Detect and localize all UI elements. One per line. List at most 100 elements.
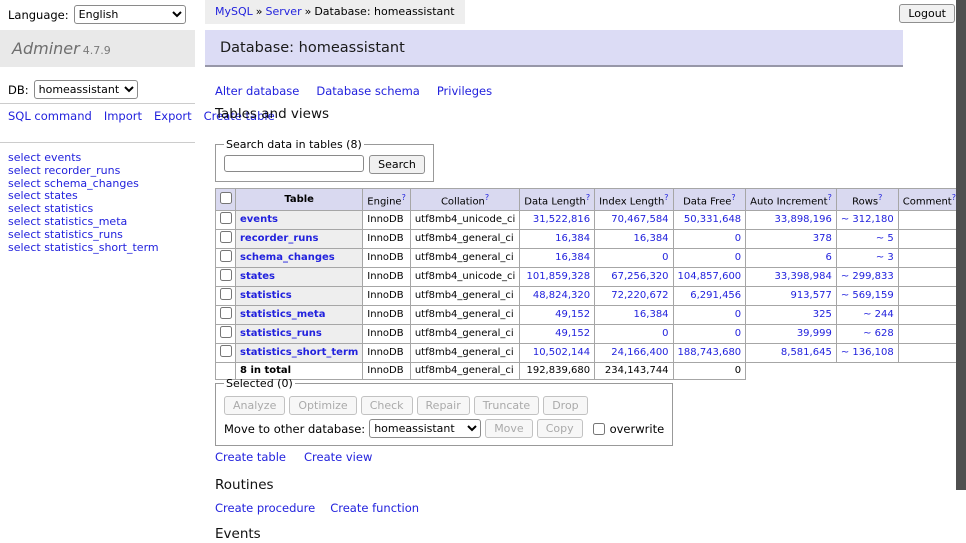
sidebar-table-link-statistics-meta[interactable]: statistics_meta bbox=[44, 215, 127, 228]
rows-link[interactable]: ~ 299,833 bbox=[841, 271, 894, 282]
data-free-link[interactable]: 188,743,680 bbox=[678, 347, 742, 358]
data-free-link[interactable]: 0 bbox=[735, 233, 741, 244]
data-free-link[interactable]: 0 bbox=[735, 309, 741, 320]
auto-increment-link[interactable]: 33,898,196 bbox=[775, 214, 832, 225]
auto-increment-link[interactable]: 39,999 bbox=[797, 328, 832, 339]
sidebar-table-link-statistics[interactable]: statistics bbox=[44, 202, 93, 215]
table-name-link-statistics-short-term[interactable]: statistics_short_term bbox=[240, 347, 358, 358]
move-button[interactable]: Move bbox=[485, 419, 533, 438]
sidebar-action-import[interactable]: Import bbox=[104, 109, 142, 123]
move-database-select[interactable]: homeassistant bbox=[369, 419, 481, 438]
optimize-button[interactable]: Optimize bbox=[289, 396, 356, 415]
select-link-states[interactable]: select bbox=[8, 189, 41, 202]
data-length-link[interactable]: 49,152 bbox=[555, 328, 590, 339]
create-link-create-table[interactable]: Create table bbox=[215, 450, 286, 464]
help-link-collation[interactable]: ? bbox=[485, 193, 489, 202]
data-free-link[interactable]: 50,331,648 bbox=[684, 214, 741, 225]
row-checkbox-statistics-short-term[interactable] bbox=[220, 345, 232, 357]
data-length-link[interactable]: 10,502,144 bbox=[533, 347, 590, 358]
db-select[interactable]: homeassistant bbox=[34, 80, 138, 99]
overwrite-checkbox[interactable] bbox=[593, 423, 605, 435]
rows-link[interactable]: ~ 244 bbox=[863, 309, 894, 320]
search-input[interactable] bbox=[224, 155, 364, 172]
sidebar-table-link-events[interactable]: events bbox=[44, 151, 81, 164]
rows-link[interactable]: ~ 312,180 bbox=[841, 214, 894, 225]
help-link-data-length[interactable]: ? bbox=[586, 193, 590, 202]
sidebar-table-link-recorder-runs[interactable]: recorder_runs bbox=[44, 164, 120, 177]
sidebar-table-link-states[interactable]: states bbox=[44, 189, 78, 202]
index-length-link[interactable]: 0 bbox=[662, 252, 668, 263]
select-link-statistics-runs[interactable]: select bbox=[8, 228, 41, 241]
help-link-index-length[interactable]: ? bbox=[664, 193, 668, 202]
data-free-link[interactable]: 0 bbox=[735, 328, 741, 339]
repair-button[interactable]: Repair bbox=[417, 396, 470, 415]
table-name-link-schema-changes[interactable]: schema_changes bbox=[240, 252, 335, 263]
select-link-statistics-meta[interactable]: select bbox=[8, 215, 41, 228]
data-free-link[interactable]: 6,291,456 bbox=[690, 290, 741, 301]
rows-link[interactable]: ~ 628 bbox=[863, 328, 894, 339]
rows-link[interactable]: ~ 3 bbox=[876, 252, 894, 263]
row-checkbox-schema-changes[interactable] bbox=[220, 250, 232, 262]
table-name-link-statistics-runs[interactable]: statistics_runs bbox=[240, 328, 322, 339]
data-free-link[interactable]: 104,857,600 bbox=[678, 271, 742, 282]
auto-increment-link[interactable]: 378 bbox=[813, 233, 832, 244]
truncate-button[interactable]: Truncate bbox=[474, 396, 539, 415]
data-free-link[interactable]: 0 bbox=[735, 252, 741, 263]
select-all-checkbox[interactable] bbox=[220, 192, 232, 204]
index-length-link[interactable]: 16,384 bbox=[634, 233, 669, 244]
row-checkbox-recorder-runs[interactable] bbox=[220, 231, 232, 243]
auto-increment-link[interactable]: 33,398,984 bbox=[775, 271, 832, 282]
help-link-engine[interactable]: ? bbox=[402, 193, 406, 202]
db-link-database-schema[interactable]: Database schema bbox=[316, 84, 419, 98]
select-link-schema-changes[interactable]: select bbox=[8, 177, 41, 190]
table-name-link-recorder-runs[interactable]: recorder_runs bbox=[240, 233, 318, 244]
index-length-link[interactable]: 72,220,672 bbox=[611, 290, 668, 301]
row-checkbox-states[interactable] bbox=[220, 269, 232, 281]
routine-link-create-procedure[interactable]: Create procedure bbox=[215, 501, 315, 515]
sidebar-table-link-statistics-runs[interactable]: statistics_runs bbox=[44, 228, 123, 241]
table-name-link-statistics-meta[interactable]: statistics_meta bbox=[240, 309, 325, 320]
auto-increment-link[interactable]: 913,577 bbox=[790, 290, 831, 301]
index-length-link[interactable]: 70,467,584 bbox=[611, 214, 668, 225]
create-link-create-view[interactable]: Create view bbox=[304, 450, 372, 464]
index-length-link[interactable]: 16,384 bbox=[634, 309, 669, 320]
table-name-link-events[interactable]: events bbox=[240, 214, 278, 225]
check-button[interactable]: Check bbox=[361, 396, 413, 415]
help-link-auto-increment[interactable]: ? bbox=[828, 193, 832, 202]
auto-increment-link[interactable]: 325 bbox=[813, 309, 832, 320]
rows-link[interactable]: ~ 5 bbox=[876, 233, 894, 244]
row-checkbox-statistics-runs[interactable] bbox=[220, 326, 232, 338]
row-checkbox-statistics-meta[interactable] bbox=[220, 307, 232, 319]
sidebar-action-sql-command[interactable]: SQL command bbox=[8, 109, 92, 123]
language-select[interactable]: English bbox=[74, 5, 186, 24]
db-link-alter-database[interactable]: Alter database bbox=[215, 84, 299, 98]
drop-button[interactable]: Drop bbox=[543, 396, 587, 415]
table-name-link-statistics[interactable]: statistics bbox=[240, 290, 292, 301]
rows-link[interactable]: ~ 136,108 bbox=[841, 347, 894, 358]
index-length-link[interactable]: 0 bbox=[662, 328, 668, 339]
logout-button[interactable]: Logout bbox=[899, 4, 955, 23]
row-checkbox-events[interactable] bbox=[220, 212, 232, 224]
row-checkbox-statistics[interactable] bbox=[220, 288, 232, 300]
table-name-link-states[interactable]: states bbox=[240, 271, 275, 282]
sidebar-table-link-schema-changes[interactable]: schema_changes bbox=[44, 177, 139, 190]
select-link-statistics[interactable]: select bbox=[8, 202, 41, 215]
index-length-link[interactable]: 24,166,400 bbox=[611, 347, 668, 358]
data-length-link[interactable]: 31,522,816 bbox=[533, 214, 590, 225]
sidebar-action-export[interactable]: Export bbox=[154, 109, 192, 123]
breadcrumb-link-server[interactable]: Server bbox=[266, 5, 302, 18]
scrollbar-thumb[interactable] bbox=[956, 0, 966, 490]
auto-increment-link[interactable]: 8,581,645 bbox=[781, 347, 832, 358]
analyze-button[interactable]: Analyze bbox=[224, 396, 285, 415]
select-link-statistics-short-term[interactable]: select bbox=[8, 241, 41, 254]
search-button[interactable]: Search bbox=[369, 155, 425, 174]
app-name[interactable]: Adminer bbox=[12, 39, 80, 58]
scrollbar-track[interactable] bbox=[956, 0, 966, 543]
data-length-link[interactable]: 16,384 bbox=[555, 233, 590, 244]
data-length-link[interactable]: 101,859,328 bbox=[526, 271, 590, 282]
select-link-recorder-runs[interactable]: select bbox=[8, 164, 41, 177]
help-link-rows[interactable]: ? bbox=[878, 193, 882, 202]
sidebar-table-link-statistics-short-term[interactable]: statistics_short_term bbox=[44, 241, 158, 254]
data-length-link[interactable]: 48,824,320 bbox=[533, 290, 590, 301]
db-link-privileges[interactable]: Privileges bbox=[437, 84, 492, 98]
